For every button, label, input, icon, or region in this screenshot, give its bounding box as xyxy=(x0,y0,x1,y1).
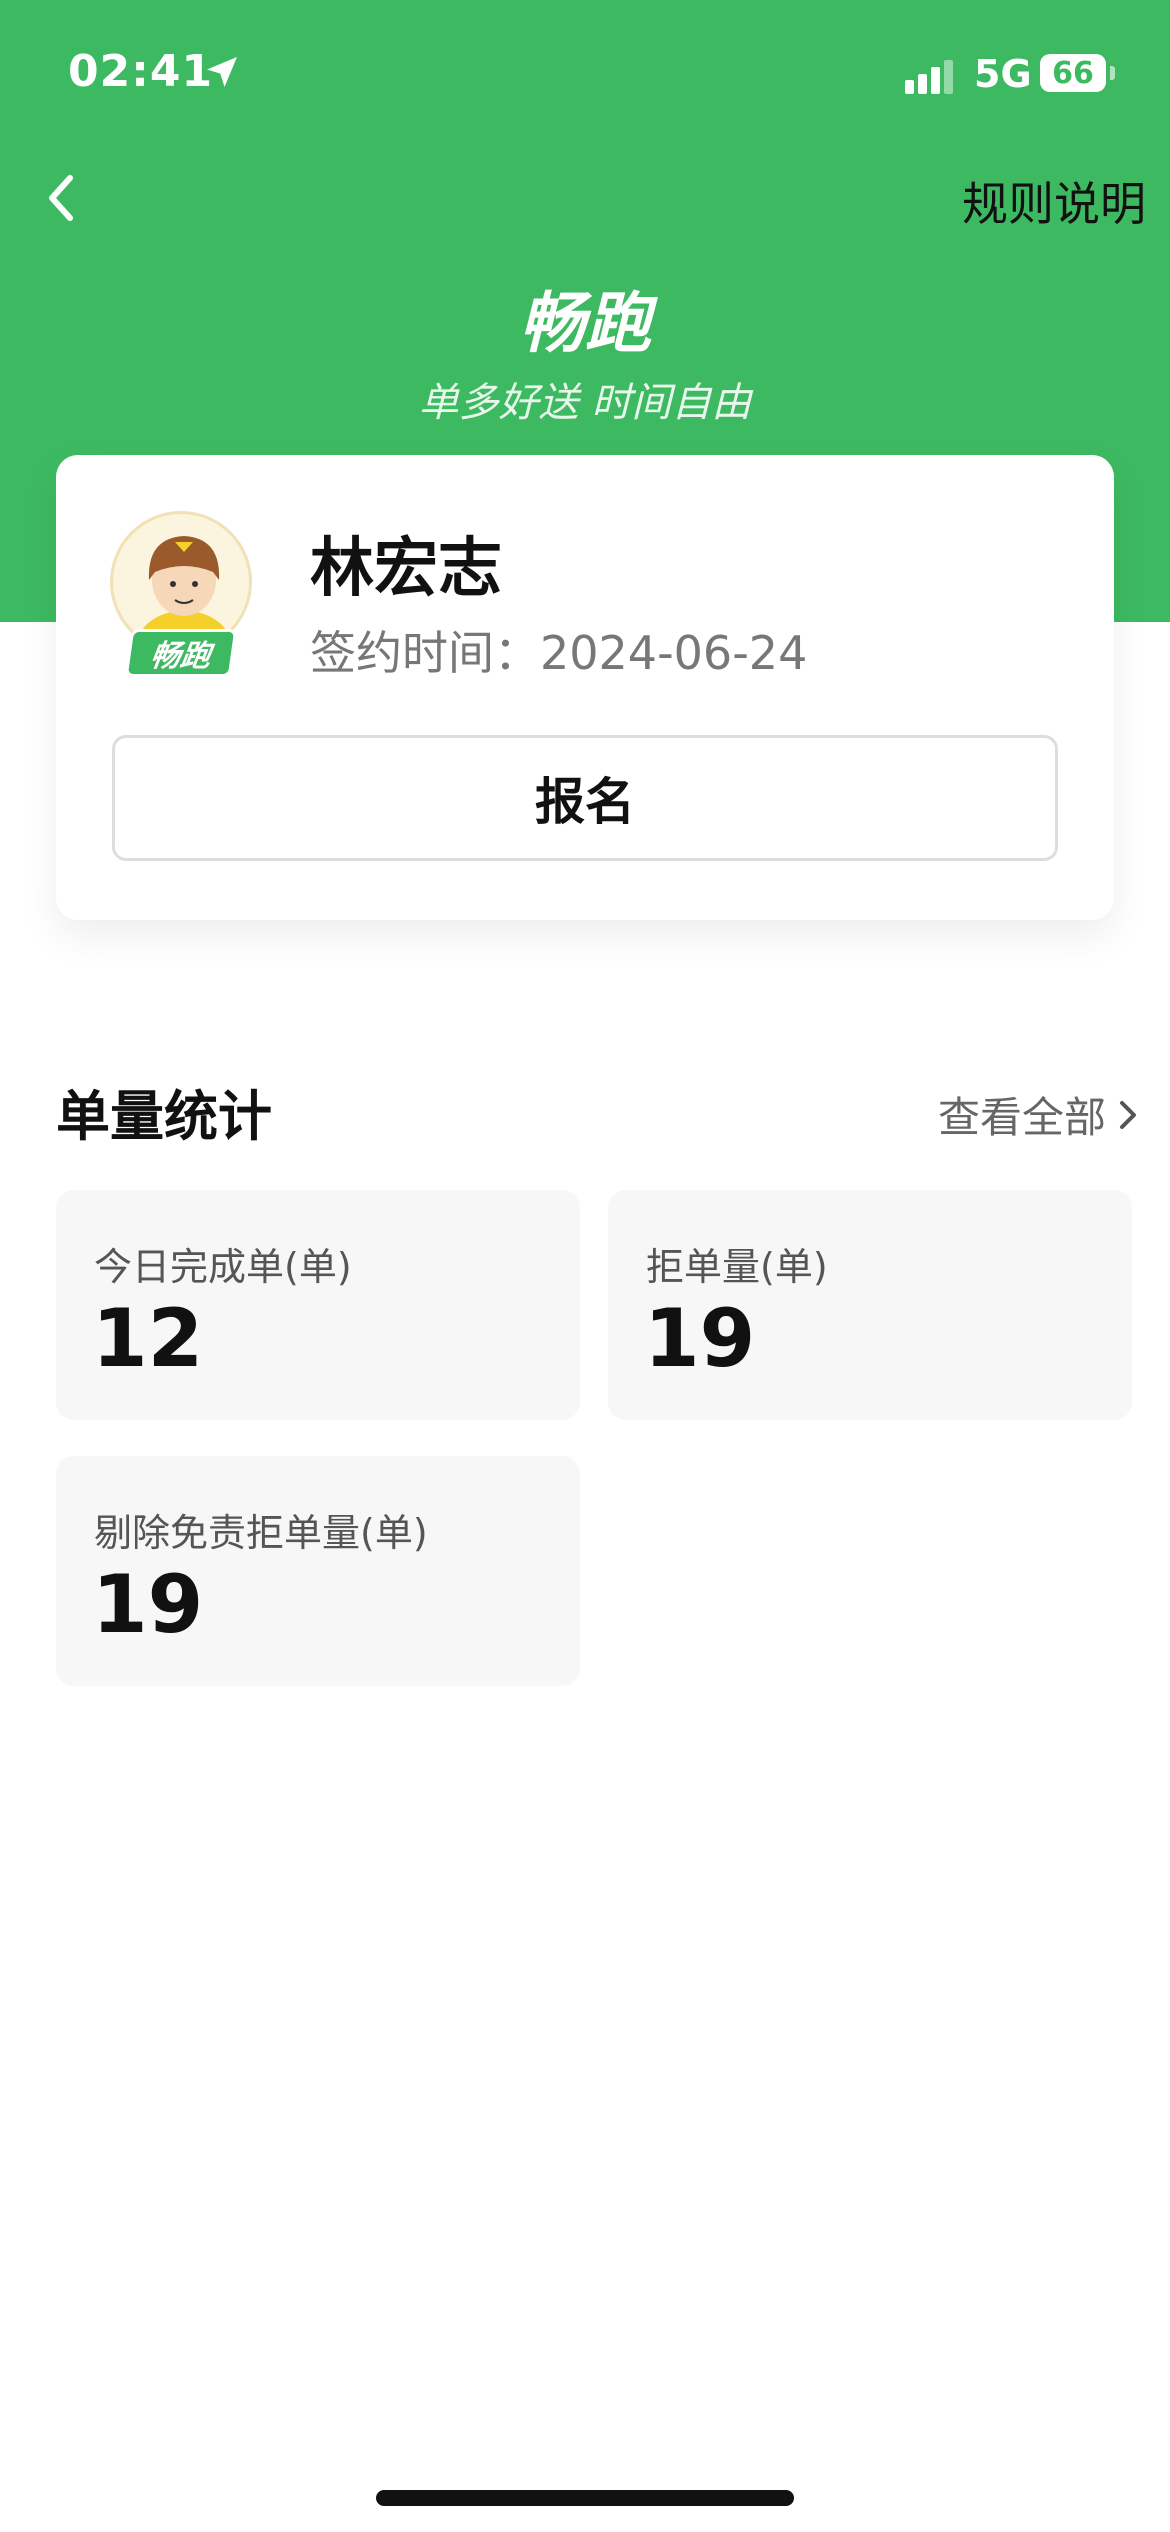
stat-value: 19 xyxy=(92,1558,204,1651)
battery-tip xyxy=(1110,66,1115,80)
stat-label: 拒单量(单) xyxy=(646,1245,828,1289)
stat-value: 12 xyxy=(92,1292,204,1385)
user-name: 林宏志 xyxy=(310,532,502,606)
status-time: 02:41 xyxy=(68,46,214,97)
battery-indicator: 66 xyxy=(1040,54,1106,92)
signal-bars-icon xyxy=(905,60,953,94)
stat-card-rejected: 拒单量(单) 19 xyxy=(608,1190,1132,1420)
stat-label: 今日完成单(单) xyxy=(94,1245,352,1289)
stat-label: 剔除免责拒单量(单) xyxy=(94,1511,428,1555)
sign-date-label: 签约时间： xyxy=(310,626,540,680)
brand-slogan: 单多好送 时间自由 xyxy=(418,380,752,426)
stat-value: 19 xyxy=(644,1292,756,1385)
rules-link[interactable]: 规则说明 xyxy=(962,168,1146,234)
signup-button[interactable]: 报名 xyxy=(112,735,1058,861)
chevron-right-icon xyxy=(1120,1100,1136,1129)
location-arrow-icon xyxy=(207,57,237,87)
view-all-label: 查看全部 xyxy=(937,1093,1106,1142)
view-all-link[interactable]: 查看全部 xyxy=(938,1084,1140,1145)
network-label: 5G xyxy=(974,52,1032,96)
home-indicator xyxy=(376,2490,794,2506)
stat-card-rejected-excluding-exempt: 剔除免责拒单量(单) 19 xyxy=(56,1456,580,1686)
chevron-left-icon[interactable] xyxy=(36,168,86,228)
profile-card: 畅跑 林宏志 签约时间：2024-06-24 报名 xyxy=(56,455,1114,920)
sign-date-row: 签约时间：2024-06-24 xyxy=(310,617,807,683)
avatar-badge: 畅跑 xyxy=(124,629,238,677)
battery-level: 66 xyxy=(1052,55,1094,91)
stat-card-completed: 今日完成单(单) 12 xyxy=(56,1190,580,1420)
sign-date-value: 2024-06-24 xyxy=(540,626,808,680)
brand-title: 畅跑 xyxy=(519,285,651,362)
section-title: 单量统计 xyxy=(56,1085,272,1148)
avatar: 畅跑 xyxy=(110,511,256,681)
page: 02:41 5G 66 规则说明 畅跑 单多好送 时间自由 畅跑 林宏志 签约时… xyxy=(0,0,1170,2532)
